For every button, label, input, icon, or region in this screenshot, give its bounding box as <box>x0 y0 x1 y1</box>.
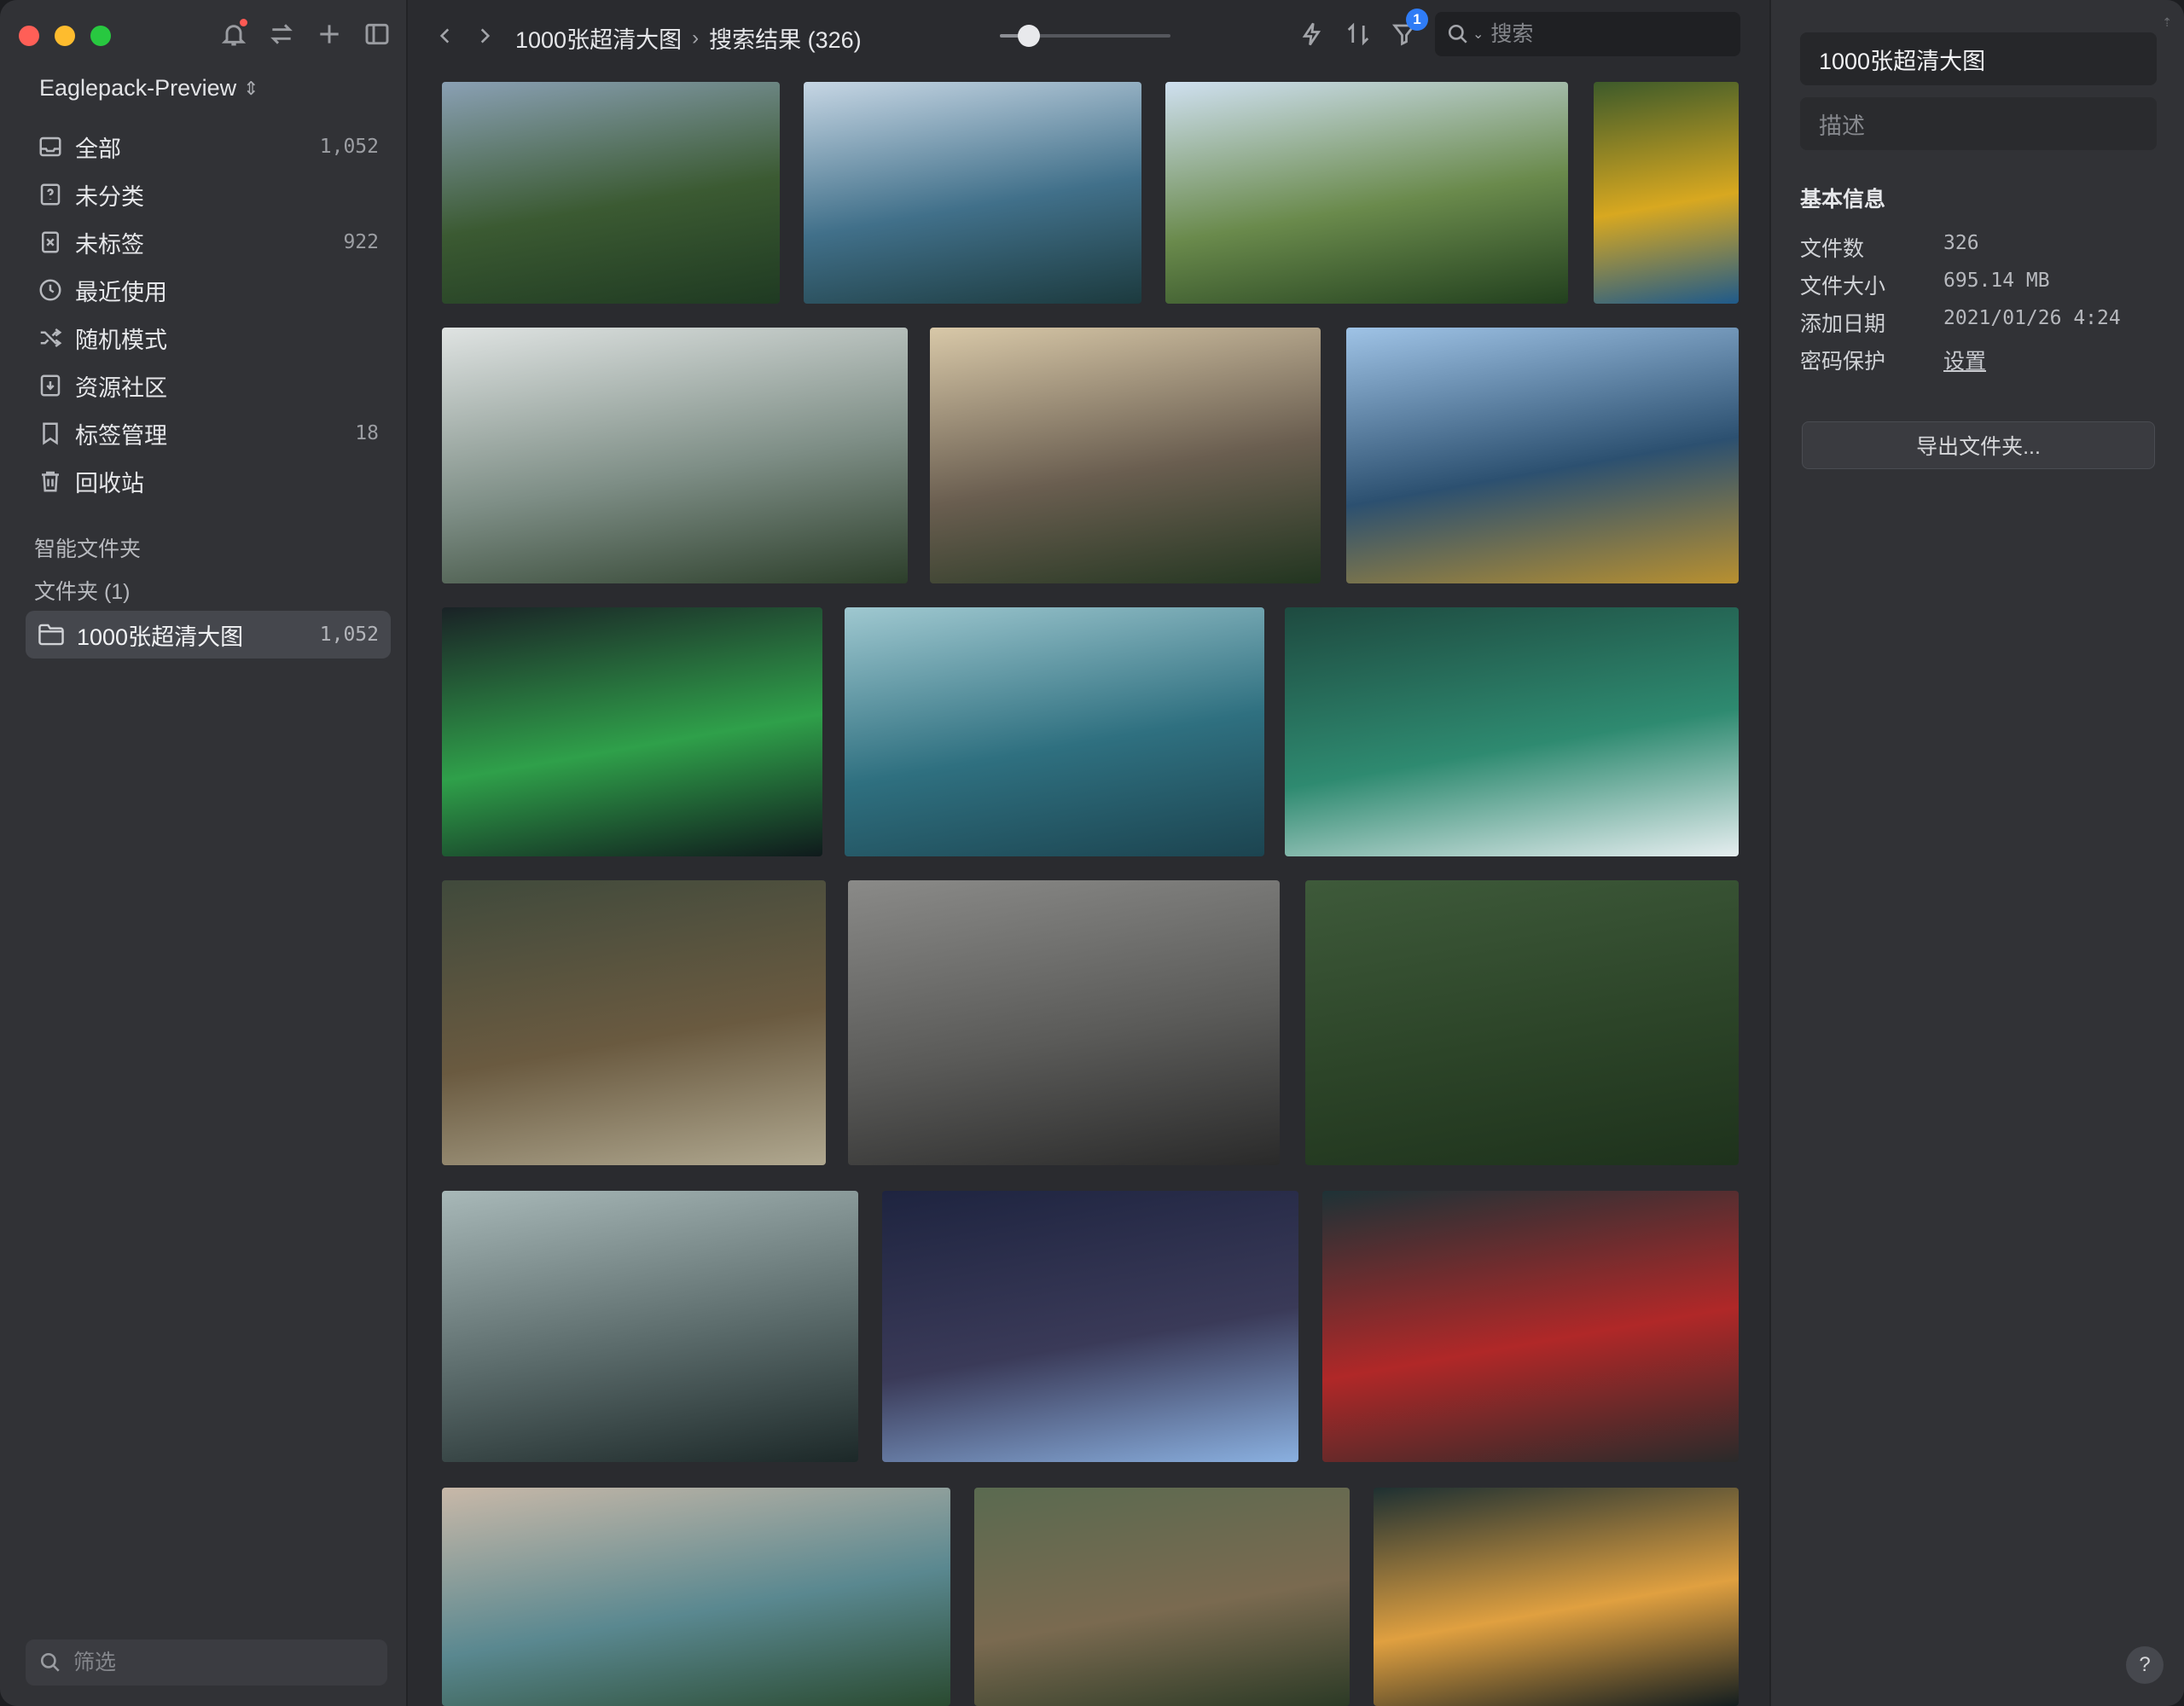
thumbnail-red-umbrella-night[interactable] <box>1322 1191 1739 1462</box>
sidebar-item-label: 未标签 <box>75 231 144 258</box>
folders-title[interactable]: 文件夹 (1) <box>34 575 131 606</box>
info-key: 添加日期 <box>1800 312 1886 336</box>
swap-arrows-icon <box>270 24 293 44</box>
sync-button[interactable] <box>266 19 297 49</box>
app-window: Eaglepack-Preview ⇕ 全部 1,052 未分类 未标签 922 <box>0 0 2184 1706</box>
sidebar-item-recent[interactable]: 最近使用 <box>26 266 391 314</box>
filter-box[interactable] <box>26 1639 387 1686</box>
folder-name-field[interactable]: 1000张超清大图 <box>1800 32 2157 85</box>
toggle-sidebar-button[interactable] <box>362 19 392 49</box>
inspector-panel: ⇡ 1000张超清大图 描述 基本信息 文件数 326 文件大小 695.14 … <box>1769 0 2184 1706</box>
help-button[interactable]: ? <box>2126 1646 2164 1684</box>
plus-icon <box>320 25 339 44</box>
close-window-button[interactable] <box>19 26 39 46</box>
sidebar-item-label: 最近使用 <box>75 279 167 305</box>
basic-info-title: 基本信息 <box>1800 188 1886 212</box>
info-row-password: 密码保护 设置 <box>1800 345 1986 375</box>
minimize-window-button[interactable] <box>55 26 75 46</box>
thumbnail-boardwalk-wetland[interactable] <box>442 880 826 1165</box>
notification-button[interactable] <box>218 19 249 49</box>
thumbnail-misty-valley-prayer-flags[interactable] <box>442 328 908 583</box>
sidebar-item-label: 未分类 <box>75 183 144 210</box>
info-row-date-added: 添加日期 2021/01/26 4:24 <box>1800 307 2121 338</box>
sidebar-nav: 全部 1,052 未分类 未标签 922 最近使用 随机模式 资源社区 标签管理… <box>26 123 391 505</box>
main-area: 1000张超清大图 › 搜索结果 (326) 1 ⌄ 搜索 <box>410 0 1769 1706</box>
sidebar-toolbar <box>218 19 392 49</box>
thumbnail-golden-grass-ocean[interactable] <box>1346 328 1739 583</box>
chevron-updown-icon: ⇕ <box>243 77 259 99</box>
thumbnail-sparkler-dark[interactable] <box>1374 1488 1739 1706</box>
info-row-file-size: 文件大小 695.14 MB <box>1800 270 2050 300</box>
folder-item[interactable]: 1000张超清大图 1,052 <box>26 611 391 659</box>
sidebar-item-count: 922 <box>343 231 379 253</box>
info-key: 密码保护 <box>1800 350 1886 374</box>
window-controls <box>19 26 111 46</box>
info-row-file-count: 文件数 326 <box>1800 232 1979 263</box>
bookmark-icon <box>43 422 58 445</box>
trash-icon <box>42 471 59 492</box>
thumbnail-pine-forest-aerial[interactable] <box>1305 880 1739 1165</box>
shuffle-icon <box>40 328 62 347</box>
folder-icon <box>38 624 64 646</box>
info-key: 文件数 <box>1800 237 1865 261</box>
sidebar-item-trash[interactable]: 回收站 <box>26 457 391 505</box>
question-box-icon <box>40 183 61 206</box>
info-key: 文件大小 <box>1800 275 1886 299</box>
thumbnail-wooden-desk-flatlay[interactable] <box>848 880 1280 1165</box>
thumbnail-green-mountain-valley[interactable] <box>1165 82 1568 304</box>
sidebar-item-community[interactable]: 资源社区 <box>26 362 391 409</box>
sidebar-layout-icon <box>365 23 389 45</box>
sidebar-item-all[interactable]: 全部 1,052 <box>26 123 391 171</box>
sidebar-item-untagged[interactable]: 未标签 922 <box>26 218 391 266</box>
info-value: 326 <box>1943 232 1979 254</box>
thumbnail-green-aurora[interactable] <box>442 607 822 856</box>
filter-input[interactable] <box>73 1650 363 1675</box>
library-name: Eaglepack-Preview <box>39 75 237 101</box>
sidebar-item-uncategorized[interactable]: 未分类 <box>26 171 391 218</box>
thumbnail-green-sea-wave[interactable] <box>1285 607 1739 856</box>
sidebar: Eaglepack-Preview ⇕ 全部 1,052 未分类 未标签 922 <box>0 0 408 1706</box>
scroll-indicator-icon: ⇡ <box>2162 15 2172 29</box>
sidebar-item-label: 全部 <box>75 136 121 162</box>
thumbnail-night-teepees[interactable] <box>882 1191 1298 1462</box>
search-icon <box>40 1652 60 1672</box>
thumbnail-lake-mountain-dusk[interactable] <box>442 1488 950 1706</box>
clock-icon <box>39 279 61 301</box>
thumbnail-macaw-parrot[interactable] <box>1594 82 1739 304</box>
set-password-link[interactable]: 设置 <box>1943 345 1986 375</box>
sidebar-item-random[interactable]: 随机模式 <box>26 314 391 362</box>
sidebar-item-count: 18 <box>355 422 379 444</box>
sidebar-item-label: 标签管理 <box>75 422 167 449</box>
untagged-icon <box>42 231 59 253</box>
sidebar-item-count: 1,052 <box>319 136 379 158</box>
thumbnail-forest-hiker-boots[interactable] <box>974 1488 1350 1706</box>
zoom-window-button[interactable] <box>90 26 111 46</box>
info-value: 695.14 MB <box>1943 270 2050 292</box>
notification-dot <box>240 19 247 26</box>
sidebar-item-label: 资源社区 <box>75 374 167 401</box>
thumbnail-sea-stacks-aerial[interactable] <box>804 82 1141 304</box>
thumbnail-sunlit-mountain-range[interactable] <box>930 328 1321 583</box>
thumbnail-coastal-forest-road[interactable] <box>442 82 780 304</box>
add-button[interactable] <box>314 19 345 49</box>
export-folder-button[interactable]: 导出文件夹... <box>1802 421 2155 469</box>
thumbnail-snowy-mountain-lake[interactable] <box>442 1191 858 1462</box>
sidebar-item-label: 随机模式 <box>75 327 167 353</box>
folder-label: 1000张超清大图 <box>77 624 244 650</box>
download-box-icon <box>40 374 61 397</box>
sidebar-item-label: 回收站 <box>75 470 144 496</box>
thumbnail-ocean-wave-aerial[interactable] <box>845 607 1264 856</box>
sidebar-item-tags[interactable]: 标签管理 18 <box>26 409 391 457</box>
description-field[interactable]: 描述 <box>1800 97 2157 150</box>
thumbnail-grid <box>410 0 1769 1706</box>
inbox-icon <box>39 136 61 157</box>
library-switcher[interactable]: Eaglepack-Preview ⇕ <box>39 75 259 102</box>
info-value: 2021/01/26 4:24 <box>1943 307 2121 329</box>
smart-folders-title[interactable]: 智能文件夹 <box>34 532 141 563</box>
folder-count: 1,052 <box>319 624 379 646</box>
